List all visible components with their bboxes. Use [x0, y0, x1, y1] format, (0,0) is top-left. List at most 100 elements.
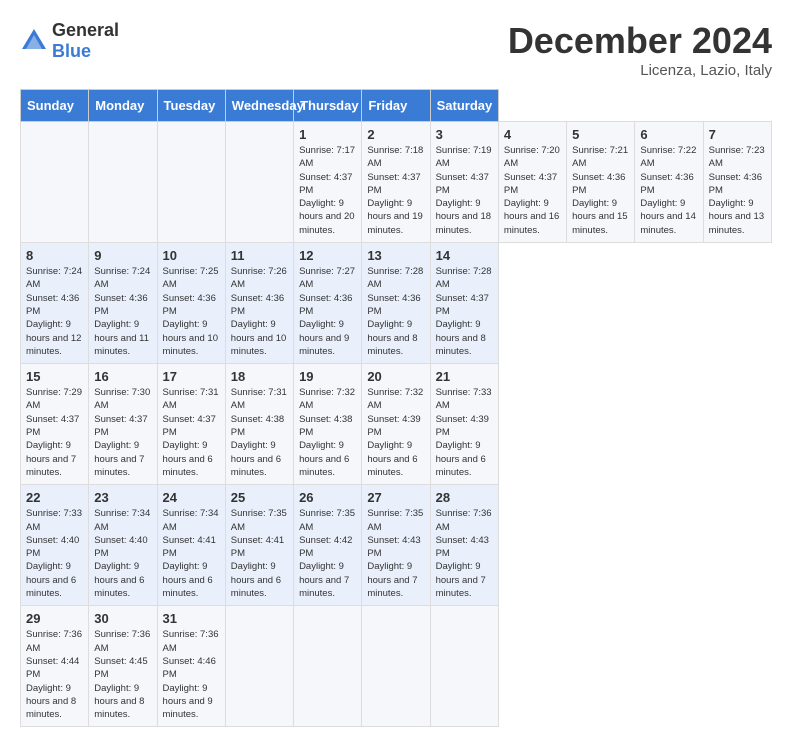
- calendar-cell: 9Sunrise: 7:24 AMSunset: 4:36 PMDaylight…: [89, 243, 157, 364]
- day-info: Sunrise: 7:30 AMSunset: 4:37 PMDaylight:…: [94, 386, 151, 479]
- calendar-cell: [21, 122, 89, 243]
- day-number: 24: [163, 490, 220, 505]
- week-row-1: 1 Sunrise: 7:17 AMSunset: 4:37 PMDaylight…: [21, 122, 772, 243]
- calendar-cell: 30 Sunrise: 7:36 AMSunset: 4:45 PMDayligh…: [89, 606, 157, 727]
- calendar-cell: 1 Sunrise: 7:17 AMSunset: 4:37 PMDaylight…: [294, 122, 362, 243]
- calendar-cell: [225, 606, 293, 727]
- day-number: 30: [94, 611, 151, 626]
- day-number: 11: [231, 248, 288, 263]
- week-row-4: 22Sunrise: 7:33 AMSunset: 4:40 PMDayligh…: [21, 485, 772, 606]
- calendar-cell: 24 Sunrise: 7:34 AMSunset: 4:41 PMDayligh…: [157, 485, 225, 606]
- calendar-cell: [294, 606, 362, 727]
- day-number: 3: [436, 127, 493, 142]
- calendar-cell: 10 Sunrise: 7:25 AMSunset: 4:36 PMDayligh…: [157, 243, 225, 364]
- day-info: Sunrise: 7:24 AMSunset: 4:36 PMDaylight:…: [26, 265, 83, 358]
- day-number: 20: [367, 369, 424, 384]
- month-title: December 2024: [508, 20, 772, 62]
- header-row: SundayMondayTuesdayWednesdayThursdayFrid…: [21, 90, 772, 122]
- calendar-cell: 5 Sunrise: 7:21 AMSunset: 4:36 PMDaylight…: [567, 122, 635, 243]
- day-info: Sunrise: 7:22 AMSunset: 4:36 PMDaylight:…: [640, 144, 697, 237]
- day-number: 4: [504, 127, 561, 142]
- day-info: Sunrise: 7:32 AMSunset: 4:38 PMDaylight:…: [299, 386, 356, 479]
- calendar-cell: 3 Sunrise: 7:19 AMSunset: 4:37 PMDaylight…: [430, 122, 498, 243]
- day-number: 18: [231, 369, 288, 384]
- week-row-5: 29Sunrise: 7:36 AMSunset: 4:44 PMDayligh…: [21, 606, 772, 727]
- logo-blue: Blue: [52, 41, 91, 61]
- day-number: 8: [26, 248, 83, 263]
- week-row-2: 8 Sunrise: 7:24 AMSunset: 4:36 PMDaylight…: [21, 243, 772, 364]
- day-info: Sunrise: 7:36 AMSunset: 4:45 PMDaylight:…: [94, 628, 151, 721]
- header-thursday: Thursday: [294, 90, 362, 122]
- calendar-cell: [362, 606, 430, 727]
- calendar-cell: [89, 122, 157, 243]
- day-info: Sunrise: 7:25 AMSunset: 4:36 PMDaylight:…: [163, 265, 220, 358]
- logo: General Blue: [20, 20, 119, 62]
- day-number: 14: [436, 248, 493, 263]
- day-number: 10: [163, 248, 220, 263]
- calendar-cell: 19 Sunrise: 7:32 AMSunset: 4:38 PMDayligh…: [294, 364, 362, 485]
- day-number: 15: [26, 369, 83, 384]
- logo-icon: [20, 27, 48, 55]
- day-info: Sunrise: 7:36 AMSunset: 4:44 PMDaylight:…: [26, 628, 83, 721]
- day-info: Sunrise: 7:23 AMSunset: 4:36 PMDaylight:…: [709, 144, 766, 237]
- calendar-cell: 18Sunrise: 7:31 AMSunset: 4:38 PMDayligh…: [225, 364, 293, 485]
- calendar-cell: 12 Sunrise: 7:27 AMSunset: 4:36 PMDayligh…: [294, 243, 362, 364]
- week-row-3: 15 Sunrise: 7:29 AMSunset: 4:37 PMDayligh…: [21, 364, 772, 485]
- day-info: Sunrise: 7:27 AMSunset: 4:36 PMDaylight:…: [299, 265, 356, 358]
- day-number: 25: [231, 490, 288, 505]
- header-wednesday: Wednesday: [225, 90, 293, 122]
- header-tuesday: Tuesday: [157, 90, 225, 122]
- day-info: Sunrise: 7:32 AMSunset: 4:39 PMDaylight:…: [367, 386, 424, 479]
- day-info: Sunrise: 7:28 AMSunset: 4:36 PMDaylight:…: [367, 265, 424, 358]
- day-number: 6: [640, 127, 697, 142]
- day-number: 28: [436, 490, 493, 505]
- day-number: 26: [299, 490, 356, 505]
- calendar-cell: 31Sunrise: 7:36 AMSunset: 4:46 PMDayligh…: [157, 606, 225, 727]
- day-number: 2: [367, 127, 424, 142]
- calendar-cell: 8 Sunrise: 7:24 AMSunset: 4:36 PMDaylight…: [21, 243, 89, 364]
- day-info: Sunrise: 7:34 AMSunset: 4:41 PMDaylight:…: [163, 507, 220, 600]
- calendar-table: SundayMondayTuesdayWednesdayThursdayFrid…: [20, 89, 772, 727]
- day-info: Sunrise: 7:35 AMSunset: 4:42 PMDaylight:…: [299, 507, 356, 600]
- calendar-cell: 25Sunrise: 7:35 AMSunset: 4:41 PMDayligh…: [225, 485, 293, 606]
- calendar-cell: 21Sunrise: 7:33 AMSunset: 4:39 PMDayligh…: [430, 364, 498, 485]
- header-friday: Friday: [362, 90, 430, 122]
- location-subtitle: Licenza, Lazio, Italy: [508, 62, 772, 79]
- day-number: 9: [94, 248, 151, 263]
- calendar-body: 1 Sunrise: 7:17 AMSunset: 4:37 PMDaylight…: [21, 122, 772, 727]
- day-info: Sunrise: 7:17 AMSunset: 4:37 PMDaylight:…: [299, 144, 356, 237]
- day-info: Sunrise: 7:31 AMSunset: 4:37 PMDaylight:…: [163, 386, 220, 479]
- day-info: Sunrise: 7:21 AMSunset: 4:36 PMDaylight:…: [572, 144, 629, 237]
- day-number: 5: [572, 127, 629, 142]
- day-info: Sunrise: 7:34 AMSunset: 4:40 PMDaylight:…: [94, 507, 151, 600]
- day-number: 17: [163, 369, 220, 384]
- day-info: Sunrise: 7:20 AMSunset: 4:37 PMDaylight:…: [504, 144, 561, 237]
- calendar-cell: 13Sunrise: 7:28 AMSunset: 4:36 PMDayligh…: [362, 243, 430, 364]
- day-number: 16: [94, 369, 151, 384]
- day-number: 1: [299, 127, 356, 142]
- calendar-cell: 2Sunrise: 7:18 AMSunset: 4:37 PMDaylight…: [362, 122, 430, 243]
- calendar-cell: 26 Sunrise: 7:35 AMSunset: 4:42 PMDayligh…: [294, 485, 362, 606]
- calendar-cell: 20 Sunrise: 7:32 AMSunset: 4:39 PMDayligh…: [362, 364, 430, 485]
- day-info: Sunrise: 7:35 AMSunset: 4:43 PMDaylight:…: [367, 507, 424, 600]
- calendar-cell: 15 Sunrise: 7:29 AMSunset: 4:37 PMDayligh…: [21, 364, 89, 485]
- calendar-cell: 23Sunrise: 7:34 AMSunset: 4:40 PMDayligh…: [89, 485, 157, 606]
- header-monday: Monday: [89, 90, 157, 122]
- calendar-cell: 14 Sunrise: 7:28 AMSunset: 4:37 PMDayligh…: [430, 243, 498, 364]
- calendar-cell: 27 Sunrise: 7:35 AMSunset: 4:43 PMDayligh…: [362, 485, 430, 606]
- day-info: Sunrise: 7:29 AMSunset: 4:37 PMDaylight:…: [26, 386, 83, 479]
- day-info: Sunrise: 7:33 AMSunset: 4:40 PMDaylight:…: [26, 507, 83, 600]
- calendar-cell: [157, 122, 225, 243]
- day-number: 19: [299, 369, 356, 384]
- day-number: 12: [299, 248, 356, 263]
- day-info: Sunrise: 7:19 AMSunset: 4:37 PMDaylight:…: [436, 144, 493, 237]
- calendar-header: SundayMondayTuesdayWednesdayThursdayFrid…: [21, 90, 772, 122]
- day-number: 27: [367, 490, 424, 505]
- calendar-cell: 16 Sunrise: 7:30 AMSunset: 4:37 PMDayligh…: [89, 364, 157, 485]
- calendar-cell: 11Sunrise: 7:26 AMSunset: 4:36 PMDayligh…: [225, 243, 293, 364]
- day-info: Sunrise: 7:33 AMSunset: 4:39 PMDaylight:…: [436, 386, 493, 479]
- header-sunday: Sunday: [21, 90, 89, 122]
- day-info: Sunrise: 7:28 AMSunset: 4:37 PMDaylight:…: [436, 265, 493, 358]
- calendar-cell: 7Sunrise: 7:23 AMSunset: 4:36 PMDaylight…: [703, 122, 771, 243]
- calendar-cell: 6 Sunrise: 7:22 AMSunset: 4:36 PMDaylight…: [635, 122, 703, 243]
